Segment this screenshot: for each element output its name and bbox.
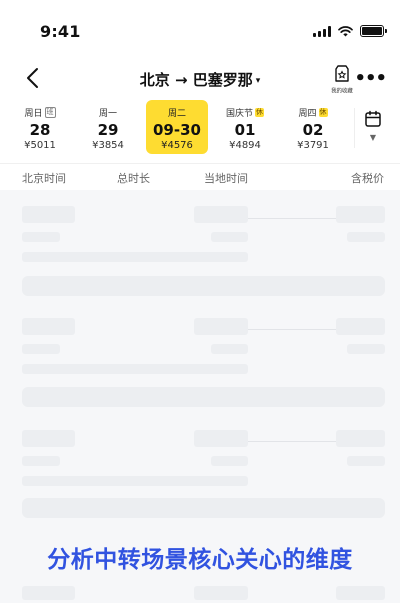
favorite-bag-icon — [335, 65, 349, 82]
date-item-28[interactable]: 周日 班 28 ¥5011 — [9, 100, 71, 154]
more-dots-icon[interactable]: ••• — [354, 68, 387, 89]
holiday-tag: 休 — [255, 108, 264, 117]
col-beijing-time[interactable]: 北京时间 — [22, 170, 66, 186]
battery-icon — [360, 25, 387, 37]
date-strip: 周日 班 28 ¥5011 周一 29 ¥3854 周二 09-30 ¥4576… — [0, 100, 400, 156]
nav-bar: 北京 → 巴塞罗那 ▾ 我的收藏 ••• — [0, 60, 400, 98]
caption-text: 分析中转场景核心关心的维度 — [47, 547, 353, 573]
date-weekday: 周四 休 — [282, 106, 344, 119]
date-day: 09-30 — [153, 121, 201, 139]
date-day: 01 — [234, 121, 256, 139]
weekday-label: 周日 — [24, 109, 43, 119]
date-day: 28 — [29, 121, 51, 139]
date-weekday: 周日 班 — [9, 106, 71, 119]
weekday-label: 周二 — [167, 109, 186, 119]
date-price: ¥3854 — [92, 140, 124, 151]
holiday-tag: 休 — [318, 108, 328, 117]
calendar-button[interactable]: ▼ — [362, 110, 384, 142]
date-item-09-30-selected[interactable]: 周二 09-30 ¥4576 — [146, 100, 208, 154]
route-title-text: 北京 → 巴塞罗那 — [139, 71, 253, 89]
weekday-label: 周四 — [298, 109, 317, 119]
date-weekday: 国庆节 休 — [214, 106, 276, 119]
chevron-down-icon: ▾ — [255, 76, 261, 86]
date-weekday: 周一 — [77, 106, 139, 119]
status-bar: 9:41 — [0, 0, 400, 60]
col-tax-included-price[interactable]: 含税价 — [351, 170, 384, 186]
divider — [354, 108, 355, 148]
date-price: ¥3791 — [297, 140, 329, 151]
col-local-time[interactable]: 当地时间 — [204, 170, 248, 186]
weekday-label: 国庆节 — [225, 109, 253, 119]
date-day: 02 — [302, 121, 324, 139]
wifi-icon — [338, 25, 353, 36]
chevron-down-icon: ▼ — [369, 133, 377, 142]
date-item-29[interactable]: 周一 29 ¥3854 — [77, 100, 139, 154]
date-day: 29 — [97, 121, 119, 139]
col-total-duration[interactable]: 总时长 — [117, 170, 150, 186]
date-item-02[interactable]: 周四 休 02 ¥3791 — [282, 100, 344, 154]
status-time: 9:41 — [40, 22, 81, 41]
favorites-button[interactable]: 我的收藏 — [330, 64, 354, 95]
flight-search-screen: 9:41 北京 → 巴塞罗那 ▾ 我的收藏 ••• 周日 班 28 ¥5011 … — [0, 0, 400, 603]
status-icons — [313, 25, 387, 37]
column-header: 北京时间 总时长 当地时间 含税价 — [0, 163, 400, 189]
date-price: ¥4894 — [229, 140, 261, 151]
signal-icon — [313, 25, 331, 37]
date-item-01[interactable]: 国庆节 休 01 ¥4894 — [214, 100, 276, 154]
date-weekday: 周二 — [146, 106, 208, 119]
weekday-label: 周一 — [98, 109, 117, 119]
date-price: ¥4576 — [161, 140, 193, 151]
calendar-icon — [365, 110, 381, 127]
workday-tag: 班 — [44, 107, 56, 118]
date-price: ¥5011 — [24, 140, 56, 151]
favorites-label: 我的收藏 — [331, 88, 353, 95]
